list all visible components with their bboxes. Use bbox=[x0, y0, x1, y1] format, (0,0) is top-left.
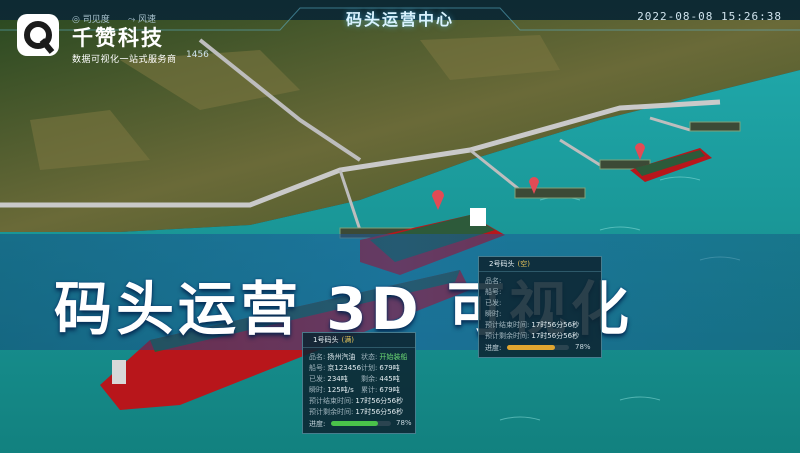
berth-status-tag: (空) bbox=[517, 260, 530, 268]
page-title: 码头运营中心 bbox=[345, 10, 454, 29]
datetime-display: 2022-08-08 15:26:38 bbox=[637, 10, 782, 23]
panel-header: 1号码头 (满) bbox=[303, 333, 415, 348]
info-row: 剩余: 445吨 bbox=[361, 375, 400, 383]
progress-label: 进度: bbox=[309, 420, 326, 428]
info-row: 状态: 开始装船 bbox=[361, 353, 408, 361]
info-row: 品名: bbox=[485, 277, 502, 285]
pier-2 bbox=[514, 187, 586, 199]
panel-header: 2号码头 (空) bbox=[479, 257, 601, 272]
pier-4 bbox=[689, 121, 741, 132]
info-row: 计划: 679吨 bbox=[361, 364, 400, 372]
progress-percent: 78% bbox=[575, 343, 591, 351]
progress-bar-fill bbox=[507, 345, 556, 350]
info-row: 已发: 234吨 bbox=[309, 375, 348, 383]
code-number: 1456 bbox=[186, 50, 209, 60]
info-row: 预计剩余时间: 17时56分56秒 bbox=[309, 408, 404, 416]
brand-name: 千赞科技 bbox=[72, 26, 164, 50]
info-row: 已发: bbox=[485, 299, 502, 307]
berth-1-info-panel[interactable]: 1号码头 (满) 品名: 扬州汽油 状态: 开始装船 船号: 京123456 计划: 67… bbox=[302, 332, 416, 434]
info-row: 预计结束时间: 17时56分56秒 bbox=[309, 397, 404, 405]
info-row: 预计剩余时间: 17时56分56秒 bbox=[485, 332, 580, 340]
info-row: 船号: 京123456 bbox=[309, 364, 362, 372]
info-row: 瞬时: bbox=[485, 310, 502, 318]
berth-status-tag: (满) bbox=[341, 336, 354, 344]
berth-name: 1号码头 bbox=[313, 336, 339, 344]
info-row: 船号: bbox=[485, 288, 502, 296]
info-row: 累计: 679吨 bbox=[361, 386, 400, 394]
progress-percent: 78% bbox=[396, 419, 412, 427]
brand-block: 千赞科技 数据可视化一站式服务商 bbox=[14, 14, 214, 74]
info-row: 预计结束时间: 17时56分56秒 bbox=[485, 321, 580, 329]
progress-bar bbox=[331, 421, 391, 426]
progress-bar-fill bbox=[331, 421, 378, 426]
info-row: 品名: 扬州汽油 bbox=[309, 353, 356, 361]
info-row: 瞬时: 125吨/s bbox=[309, 386, 354, 394]
progress-label: 进度: bbox=[485, 344, 502, 352]
berth-2-info-panel[interactable]: 2号码头 (空) 品名: 船号: 已发: 瞬时: 预计结束时间: 17时56分56秒… bbox=[478, 256, 602, 358]
berth-name: 2号码头 bbox=[489, 260, 515, 268]
progress-bar bbox=[507, 345, 569, 350]
brand-slogan: 数据可视化一站式服务商 bbox=[72, 55, 177, 65]
